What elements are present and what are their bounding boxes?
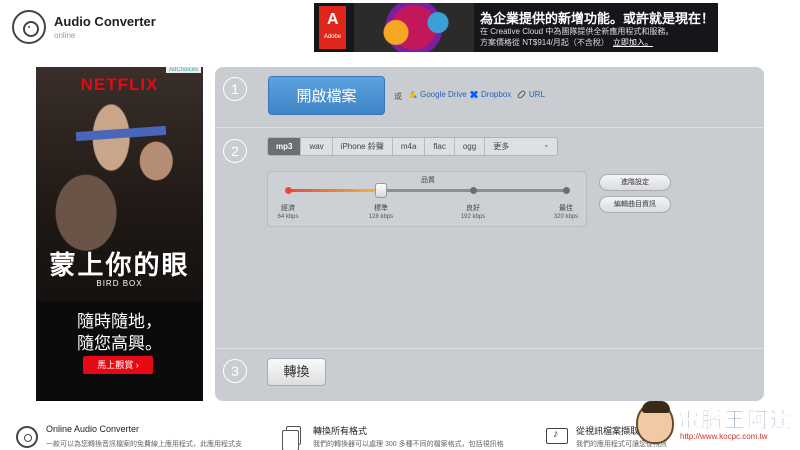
quality-rate-economy: 64 kbps	[277, 214, 299, 220]
feature-desc: 我們的轉換器可以處理 300 多種不同的檔案格式，包括視訊格	[313, 441, 504, 448]
logo-text: Audio Converter online	[54, 14, 156, 40]
format-tabs: mp3 wav iPhone 鈴聲 m4a flac ogg 更多	[267, 137, 559, 156]
video-music-icon	[546, 428, 568, 444]
ad-headline: 為企業提供的新增功能。或許就是現在！	[480, 11, 715, 26]
tab-m4a[interactable]: m4a	[393, 138, 426, 155]
step-3-number: 3	[223, 359, 247, 383]
quality-stop-economy[interactable]	[285, 187, 292, 194]
tab-iphone-ringtone[interactable]: iPhone 鈴聲	[333, 138, 393, 155]
watch-now-button[interactable]: 馬上觀賞 ›	[83, 356, 153, 374]
feature-title: 轉換所有格式	[313, 426, 368, 436]
disc-icon	[16, 426, 38, 448]
quality-stop-best[interactable]	[563, 187, 570, 194]
quality-stop-good[interactable]	[470, 187, 478, 194]
quality-title: 品質	[421, 177, 435, 184]
step-divider	[215, 348, 764, 349]
ad-slogan-line-1: 隨時隨地，	[77, 312, 162, 331]
site-watermark: 電腦王阿達 http://www.kocpc.com.tw	[632, 398, 800, 450]
feature-desc: 一款可以為您轉換音訊檔案的免費線上應用程式，此應用程式支	[46, 441, 242, 448]
quality-rate-good: 192 kbps	[460, 214, 486, 220]
movie-title-en: BIRD BOX	[96, 279, 143, 288]
app-title: Audio Converter	[54, 14, 156, 29]
step-1-number: 1	[223, 77, 247, 101]
step-divider	[215, 127, 764, 128]
ad-slogan: 隨時隨地， 隨您高興。	[36, 311, 203, 355]
quality-rate-standard: 128 kbps	[368, 214, 394, 220]
quality-slider-thumb[interactable]	[374, 183, 387, 198]
disc-logo-icon	[12, 10, 46, 44]
ad-price-text: 方案價格從 NT$914/月起（不含稅）	[480, 38, 609, 47]
ad-slogan-line-2: 隨您高興。	[77, 334, 162, 353]
tab-wav[interactable]: wav	[301, 138, 333, 155]
convert-button[interactable]: 轉換	[267, 358, 326, 386]
app-subtitle: online	[54, 31, 76, 40]
quality-label-good: 良好	[466, 205, 480, 212]
netflix-logo: NETFLIX	[80, 75, 159, 94]
quality-slider-track[interactable]	[285, 183, 570, 198]
quality-rate-best: 320 kbps	[553, 214, 579, 220]
quality-slider-fill	[288, 189, 381, 192]
feature-title: Online Audio Converter	[46, 424, 140, 434]
google-drive-icon	[409, 90, 417, 98]
converter-panel: 1 開啟檔案 或 Google Drive Dropbox URL 2 mp3 …	[215, 67, 764, 401]
url-label: URL	[529, 90, 546, 99]
or-label: 或	[394, 92, 402, 101]
watermark-text: 電腦王阿達	[678, 409, 793, 433]
mascot-face-icon	[636, 401, 674, 444]
tab-flac[interactable]: flac	[425, 138, 455, 155]
dropbox-icon	[470, 90, 478, 99]
ad-line-3: 方案價格從 NT$914/月起（不含稅） 立即加入。	[480, 37, 653, 48]
quality-selector: 品質 經濟 64 kbps 標準 128 kbps 良好 192 kbps 最佳…	[267, 171, 587, 227]
tab-mp3[interactable]: mp3	[268, 138, 302, 155]
tab-ogg[interactable]: ogg	[455, 138, 486, 155]
step-2-number: 2	[223, 139, 247, 163]
adobe-logo: Adobe	[319, 6, 346, 49]
google-drive-label: Google Drive	[420, 90, 467, 99]
ad-join-link[interactable]: 立即加入。	[613, 38, 653, 47]
quality-label-economy: 經濟	[281, 205, 295, 212]
dropbox-link[interactable]: Dropbox	[470, 90, 511, 99]
google-drive-link[interactable]: Google Drive	[409, 90, 467, 99]
adchoices-badge[interactable]: AdChoices	[165, 67, 201, 73]
advanced-settings-button[interactable]: 進階設定	[599, 174, 671, 191]
quality-label-best: 最佳	[559, 205, 573, 212]
files-icon	[282, 426, 301, 450]
ad-line-2: 在 Creative Cloud 中為團隊提供全新應用程式和服務。	[480, 27, 674, 36]
watermark-url: http://www.kocpc.com.tw	[680, 432, 768, 441]
more-formats-dropdown[interactable]: 更多	[485, 138, 557, 155]
quality-label-standard: 標準	[374, 205, 388, 212]
side-banner-ad[interactable]: AdChoices NETFLIX 蒙上你的眼 BIRD BOX 隨時隨地， 隨…	[36, 67, 203, 401]
edit-track-info-button[interactable]: 編輯曲目資訊	[599, 196, 671, 213]
app-logo[interactable]: Audio Converter online	[12, 10, 156, 44]
url-link[interactable]: URL	[516, 89, 546, 100]
dropbox-label: Dropbox	[481, 90, 512, 99]
movie-title-cn: 蒙上你的眼	[49, 250, 190, 280]
open-file-button[interactable]: 開啟檔案	[268, 76, 385, 115]
link-icon	[516, 89, 527, 100]
ad-artwork	[354, 3, 474, 52]
top-banner-ad[interactable]: Adobe 為企業提供的新增功能。或許就是現在！ 在 Creative Clou…	[314, 3, 718, 52]
